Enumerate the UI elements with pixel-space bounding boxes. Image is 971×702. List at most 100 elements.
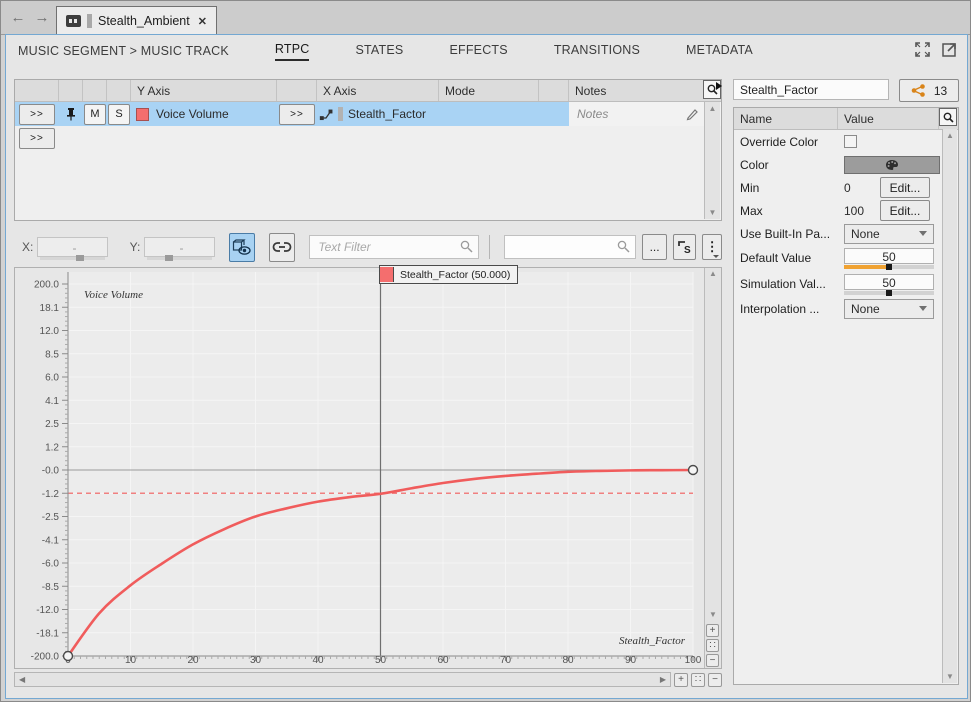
column-header-y-axis[interactable]: Y Axis — [131, 80, 277, 101]
simulation-value-slider-handle[interactable] — [886, 290, 892, 296]
zoom-out-vertical-button[interactable]: − — [706, 654, 719, 667]
simulation-value-control[interactable]: 50 — [844, 274, 934, 295]
object-name-field[interactable] — [733, 79, 889, 100]
breadcrumb[interactable]: MUSIC SEGMENT > MUSIC TRACK — [18, 44, 229, 58]
column-header-value[interactable]: Value — [838, 108, 939, 129]
rtpc-table-scrollbar[interactable]: ▲ ▼ — [704, 102, 720, 219]
tab-transitions[interactable]: TRANSITIONS — [554, 43, 640, 60]
column-header-x-axis[interactable]: X Axis — [317, 80, 439, 101]
rtpc-curve-chart[interactable]: 200.018.112.08.56.04.12.51.2-0.0-1.2-2.5… — [15, 268, 705, 668]
scroll-up-icon[interactable]: ▲ — [705, 269, 721, 278]
property-row-min: Min 0 Edit... — [734, 176, 958, 199]
y-coordinate-field[interactable] — [144, 237, 214, 257]
graph-vertical-scrollbar[interactable]: ▲ ▼ + ∷ − — [704, 268, 721, 668]
panel-splitter-arrow-icon[interactable] — [716, 82, 722, 90]
view-tabs-row: MUSIC SEGMENT > MUSIC TRACK RTPC STATES … — [6, 35, 967, 67]
x-axis-expand-button[interactable]: >> — [279, 104, 315, 125]
scroll-up-icon[interactable]: ▲ — [943, 131, 957, 140]
forward-button[interactable]: → — [31, 8, 53, 28]
link-curves-button[interactable] — [269, 233, 295, 262]
new-row-expand-button[interactable]: >> — [19, 128, 55, 149]
interpolation-dropdown[interactable]: None — [844, 299, 934, 319]
properties-scrollbar[interactable]: ▲ ▼ — [942, 129, 957, 683]
zoom-in-horizontal-button[interactable]: + — [674, 673, 688, 687]
scroll-right-icon[interactable]: ▶ — [660, 675, 666, 684]
svg-text:90: 90 — [625, 655, 637, 666]
graph-horizontal-scrollbar[interactable]: ◀ ▶ + ∷ − — [14, 671, 722, 688]
column-header-notes[interactable]: Notes — [569, 80, 703, 101]
property-row-simulation-value: Simulation Val... 50 — [734, 271, 958, 297]
y-axis-property-name[interactable]: Voice Volume — [156, 107, 229, 121]
object-name-input[interactable] — [734, 80, 888, 99]
x-axis-parameter-name[interactable]: Stealth_Factor — [348, 107, 426, 121]
y-coordinate-input[interactable] — [145, 238, 217, 258]
text-filter-field[interactable] — [309, 235, 479, 259]
svg-text:-1.2: -1.2 — [42, 489, 60, 500]
scroll-down-icon[interactable]: ▼ — [709, 206, 717, 219]
y-mini-slider-handle[interactable] — [165, 255, 173, 261]
default-value-slider-handle[interactable] — [886, 264, 892, 270]
document-tab[interactable]: Stealth_Ambient ✕ — [56, 6, 217, 35]
menu-button[interactable]: ⋮ — [702, 234, 722, 260]
search-field[interactable] — [504, 235, 636, 259]
tab-effects[interactable]: EFFECTS — [449, 43, 507, 60]
tab-states[interactable]: STATES — [355, 43, 403, 60]
tab-rtpc[interactable]: RTPC — [275, 42, 310, 61]
references-button[interactable]: 13 — [899, 79, 959, 102]
svg-text:80: 80 — [562, 655, 574, 666]
svg-text:30: 30 — [250, 655, 262, 666]
min-value: 0 — [844, 181, 851, 195]
override-color-checkbox[interactable] — [844, 135, 857, 148]
edit-notes-pencil-icon[interactable] — [685, 107, 699, 121]
column-header-name[interactable]: Name — [734, 108, 838, 129]
back-arrow-icon: ← — [11, 9, 26, 26]
graph-toolbar: X: Y: — [14, 229, 722, 265]
zoom-out-horizontal-button[interactable]: − — [708, 673, 722, 687]
back-button[interactable]: ← — [7, 8, 29, 28]
svg-text:-0.0: -0.0 — [42, 466, 60, 477]
x-coordinate-label: X: — [22, 240, 33, 254]
properties-search-button[interactable] — [939, 108, 957, 126]
color-picker-button[interactable] — [844, 156, 940, 174]
search-input[interactable] — [505, 240, 692, 254]
zoom-fit-vertical-button[interactable]: ∷ — [706, 639, 719, 652]
x-mini-slider-handle[interactable] — [76, 255, 84, 261]
solo-button[interactable]: S — [108, 104, 130, 125]
property-row-default-value: Default Value 50 — [734, 245, 958, 271]
tab-metadata[interactable]: METADATA — [686, 43, 753, 60]
zoom-fit-horizontal-button[interactable]: ∷ — [691, 673, 705, 687]
svg-text:50: 50 — [375, 655, 387, 666]
rtpc-graph-panel[interactable]: 200.018.112.08.56.04.12.51.2-0.0-1.2-2.5… — [14, 267, 722, 669]
show-object-curves-toggle[interactable] — [229, 233, 255, 262]
svg-text:200.0: 200.0 — [34, 280, 59, 291]
rtpc-row-voice-volume[interactable]: >> M S Voice Volume >> Stealth_Factor — [15, 102, 721, 126]
built-in-param-dropdown[interactable]: None — [844, 224, 934, 244]
default-value-control[interactable]: 50 — [844, 248, 934, 269]
maximize-view-icon[interactable] — [915, 42, 930, 57]
simulation-value-input[interactable]: 50 — [844, 274, 934, 290]
max-edit-button[interactable]: Edit... — [880, 200, 930, 221]
scroll-down-icon[interactable]: ▼ — [705, 610, 721, 619]
hscroll-track[interactable]: ◀ ▶ — [14, 672, 671, 687]
x-coordinate-field[interactable] — [37, 237, 107, 257]
column-header-mode[interactable]: Mode — [439, 80, 539, 101]
rtpc-new-row: >> — [15, 126, 721, 150]
close-tab-icon[interactable]: ✕ — [198, 15, 207, 28]
cursor-legend[interactable]: Stealth_Factor (50.000) — [379, 265, 518, 284]
scroll-left-icon[interactable]: ◀ — [19, 675, 25, 684]
property-row-max: Max 100 Edit... — [734, 199, 958, 222]
min-edit-button[interactable]: Edit... — [880, 177, 930, 198]
notes-placeholder[interactable]: Notes — [577, 107, 608, 121]
pin-icon[interactable] — [65, 107, 77, 121]
scroll-down-icon[interactable]: ▼ — [943, 672, 957, 681]
properties-header: Name Value — [734, 108, 958, 130]
curve-color-swatch[interactable] — [136, 108, 149, 121]
scroll-up-icon[interactable]: ▲ — [709, 102, 717, 115]
mute-button[interactable]: M — [84, 104, 106, 125]
row-expand-button[interactable]: >> — [19, 104, 55, 125]
popout-view-icon[interactable] — [942, 42, 957, 57]
x-coordinate-input[interactable] — [38, 238, 110, 258]
svg-text:-8.5: -8.5 — [42, 582, 60, 593]
zoom-in-vertical-button[interactable]: + — [706, 624, 719, 637]
default-value-input[interactable]: 50 — [844, 248, 934, 264]
